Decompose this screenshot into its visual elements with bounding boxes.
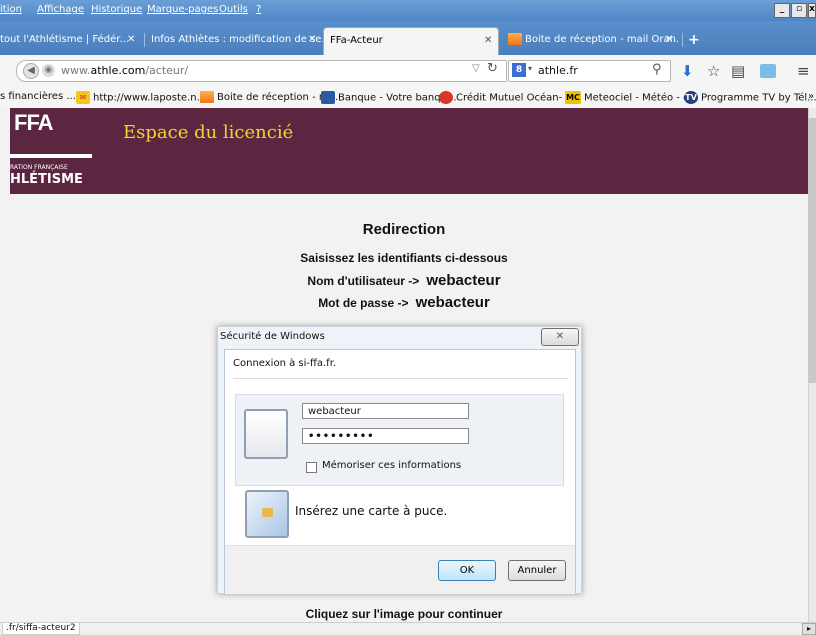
dialog-subtitle: Connexion à si-ffa.fr. — [233, 358, 337, 369]
bookmark-item[interactable]: Crédit Mutuel Océan- ... — [439, 91, 575, 104]
ffa-banner: FFA RATION FRANÇAISE HLÉTISME Espace du … — [10, 108, 808, 194]
addon-icon[interactable] — [760, 64, 776, 78]
reading-list-icon[interactable]: ▤ — [731, 62, 745, 80]
search-icon[interactable]: ⚲ — [652, 62, 662, 77]
hamburger-menu-icon[interactable]: ≡ — [797, 62, 810, 80]
dialog-title: Sécurité de Windows — [220, 331, 325, 342]
close-window-icon[interactable]: x — [808, 3, 816, 18]
divider — [233, 378, 568, 379]
username-input[interactable]: webacteur — [302, 403, 469, 419]
password-line: Mot de passe -> webacteur — [0, 294, 808, 311]
remember-checkbox[interactable] — [306, 462, 317, 473]
menu-historique[interactable]: Historique — [91, 4, 142, 15]
tab-close-icon[interactable]: ✕ — [127, 28, 135, 52]
bookmarks-overflow-icon[interactable]: » — [808, 91, 814, 102]
password-label: Mot de passe -> — [318, 296, 409, 310]
window-controls: _ ▫ x — [774, 3, 816, 18]
tab-close-icon[interactable]: ✕ — [484, 28, 492, 54]
tab-mail-orange[interactable]: Boite de réception - mail Oran... ✕ — [508, 28, 680, 52]
url-text: www.athle.com/acteur/ — [61, 64, 189, 77]
bookmark-item[interactable]: TV Programme TV by Tél... — [684, 91, 816, 104]
tab-close-icon[interactable]: ✕ — [308, 28, 316, 52]
username-hint: webacteur — [426, 272, 501, 289]
bookmarks-bar: s financières ... ✉ http://www.laposte.n.… — [0, 87, 816, 109]
dialog-footer: OK Annuler — [225, 545, 575, 594]
logo-abbr: FFA — [14, 110, 54, 135]
tab-ffa-acteur[interactable]: FFa-Acteur ✕ — [323, 27, 499, 55]
username-line: Nom d'utilisateur -> webacteur — [0, 272, 808, 289]
tab-label: FFa-Acteur — [330, 35, 383, 46]
dropdown-history-icon[interactable]: ▽ — [472, 63, 480, 74]
bookmark-star-icon[interactable]: ☆ — [707, 62, 720, 80]
tab-close-icon[interactable]: ✕ — [665, 28, 673, 52]
url-bar[interactable]: ◀ ◉ www.athle.com/acteur/ ▽ ↻ — [16, 60, 507, 82]
laposte-icon: ✉ — [76, 91, 90, 104]
new-tab-button[interactable]: + — [688, 28, 704, 52]
reload-icon[interactable]: ↻ — [487, 61, 498, 76]
tab-separator — [682, 33, 683, 47]
dialog-body: Connexion à si-ffa.fr. webacteur •••••••… — [224, 349, 576, 594]
tab-infos-athletes[interactable]: Infos Athlètes : modification de se... ✕ — [151, 28, 323, 52]
status-url: .fr/siffa-acteur2 — [2, 622, 80, 635]
tab-label: Infos Athlètes : modification de se... — [151, 34, 323, 45]
user-avatar-icon — [244, 409, 288, 459]
mc-icon: MC — [565, 91, 581, 104]
bank-icon — [321, 91, 335, 104]
bookmark-item[interactable]: ✉ http://www.laposte.n... — [76, 91, 206, 104]
bookmark-item[interactable]: Boite de réception - m... — [200, 91, 338, 103]
menu-affichage[interactable]: Affichage — [37, 4, 84, 15]
credential-tile[interactable]: webacteur ••••••••• Mémoriser ces inform… — [235, 394, 564, 486]
orange-icon — [200, 91, 214, 103]
username-label: Nom d'utilisateur -> — [307, 274, 420, 288]
credit-mutuel-icon — [439, 91, 453, 104]
orange-icon — [508, 33, 522, 45]
password-hint: webacteur — [415, 294, 490, 311]
navigation-bar: ◀ ◉ www.athle.com/acteur/ ▽ ↻ 8 ▾ athle.… — [0, 55, 816, 87]
cancel-button[interactable]: Annuler — [508, 560, 566, 581]
continue-text: Cliquez sur l'image pour continuer — [305, 607, 503, 621]
tab-label: Boite de réception - mail Oran... — [525, 34, 680, 45]
menu-bar: ition Affichage Historique Marque-pages … — [0, 0, 816, 21]
bookmark-item[interactable]: Banque - Votre banqu... — [321, 91, 457, 104]
chip-icon — [262, 508, 273, 517]
menu-help[interactable]: ? — [256, 4, 261, 15]
dialog-close-button[interactable]: ✕ — [541, 328, 579, 346]
menu-outils[interactable]: Outils — [219, 4, 248, 15]
bookmark-item[interactable]: s financières ... — [0, 91, 76, 102]
search-bar[interactable]: 8 ▾ athle.fr ⚲ — [508, 60, 671, 82]
smartcard-label[interactable]: Insérez une carte à puce. — [295, 504, 447, 518]
status-bar: .fr/siffa-acteur2 ▸ — [0, 622, 816, 635]
logo-bottom: RATION FRANÇAISE HLÉTISME — [10, 158, 92, 192]
page-heading: Redirection — [362, 221, 446, 238]
restore-icon[interactable]: ▫ — [791, 3, 807, 18]
smartcard-icon[interactable] — [245, 490, 289, 538]
menu-edition[interactable]: ition — [0, 4, 22, 15]
tv-icon: TV — [684, 91, 698, 104]
instructions-text: Saisissez les identifiants ci-dessous — [300, 251, 508, 265]
menu-marque-pages[interactable]: Marque-pages — [147, 4, 218, 15]
tab-separator — [144, 33, 145, 47]
scroll-right-icon[interactable]: ▸ — [802, 623, 816, 635]
download-icon[interactable]: ⬇ — [681, 62, 694, 80]
back-icon[interactable]: ◀ — [23, 63, 39, 79]
ffa-logo[interactable]: FFA RATION FRANÇAISE HLÉTISME — [10, 108, 92, 192]
minimize-icon[interactable]: _ — [774, 3, 790, 18]
ok-button[interactable]: OK — [438, 560, 496, 581]
remember-label: Mémoriser ces informations — [322, 460, 462, 471]
globe-icon: ◉ — [42, 64, 55, 77]
chevron-down-icon[interactable]: ▾ — [528, 64, 532, 73]
scrollbar-thumb[interactable] — [808, 118, 816, 383]
bookmark-item[interactable]: MC Meteociel - Météo - o... — [565, 91, 699, 104]
tab-label: tout l'Athlétisme | Fédér... — [0, 34, 129, 45]
logo-org-line: RATION FRANÇAISE — [10, 164, 68, 171]
banner-title: Espace du licencié — [123, 122, 294, 143]
windows-security-dialog: Sécurité de Windows ✕ Connexion à si-ffa… — [217, 326, 582, 594]
tab-athletisme[interactable]: tout l'Athlétisme | Fédér... ✕ — [0, 28, 141, 52]
search-input[interactable]: athle.fr — [538, 64, 578, 77]
password-input[interactable]: ••••••••• — [302, 428, 469, 444]
logo-name: HLÉTISME — [10, 172, 83, 187]
tab-strip: tout l'Athlétisme | Fédér... ✕ Infos Ath… — [0, 21, 816, 55]
search-engine-icon[interactable]: 8 — [512, 63, 526, 77]
